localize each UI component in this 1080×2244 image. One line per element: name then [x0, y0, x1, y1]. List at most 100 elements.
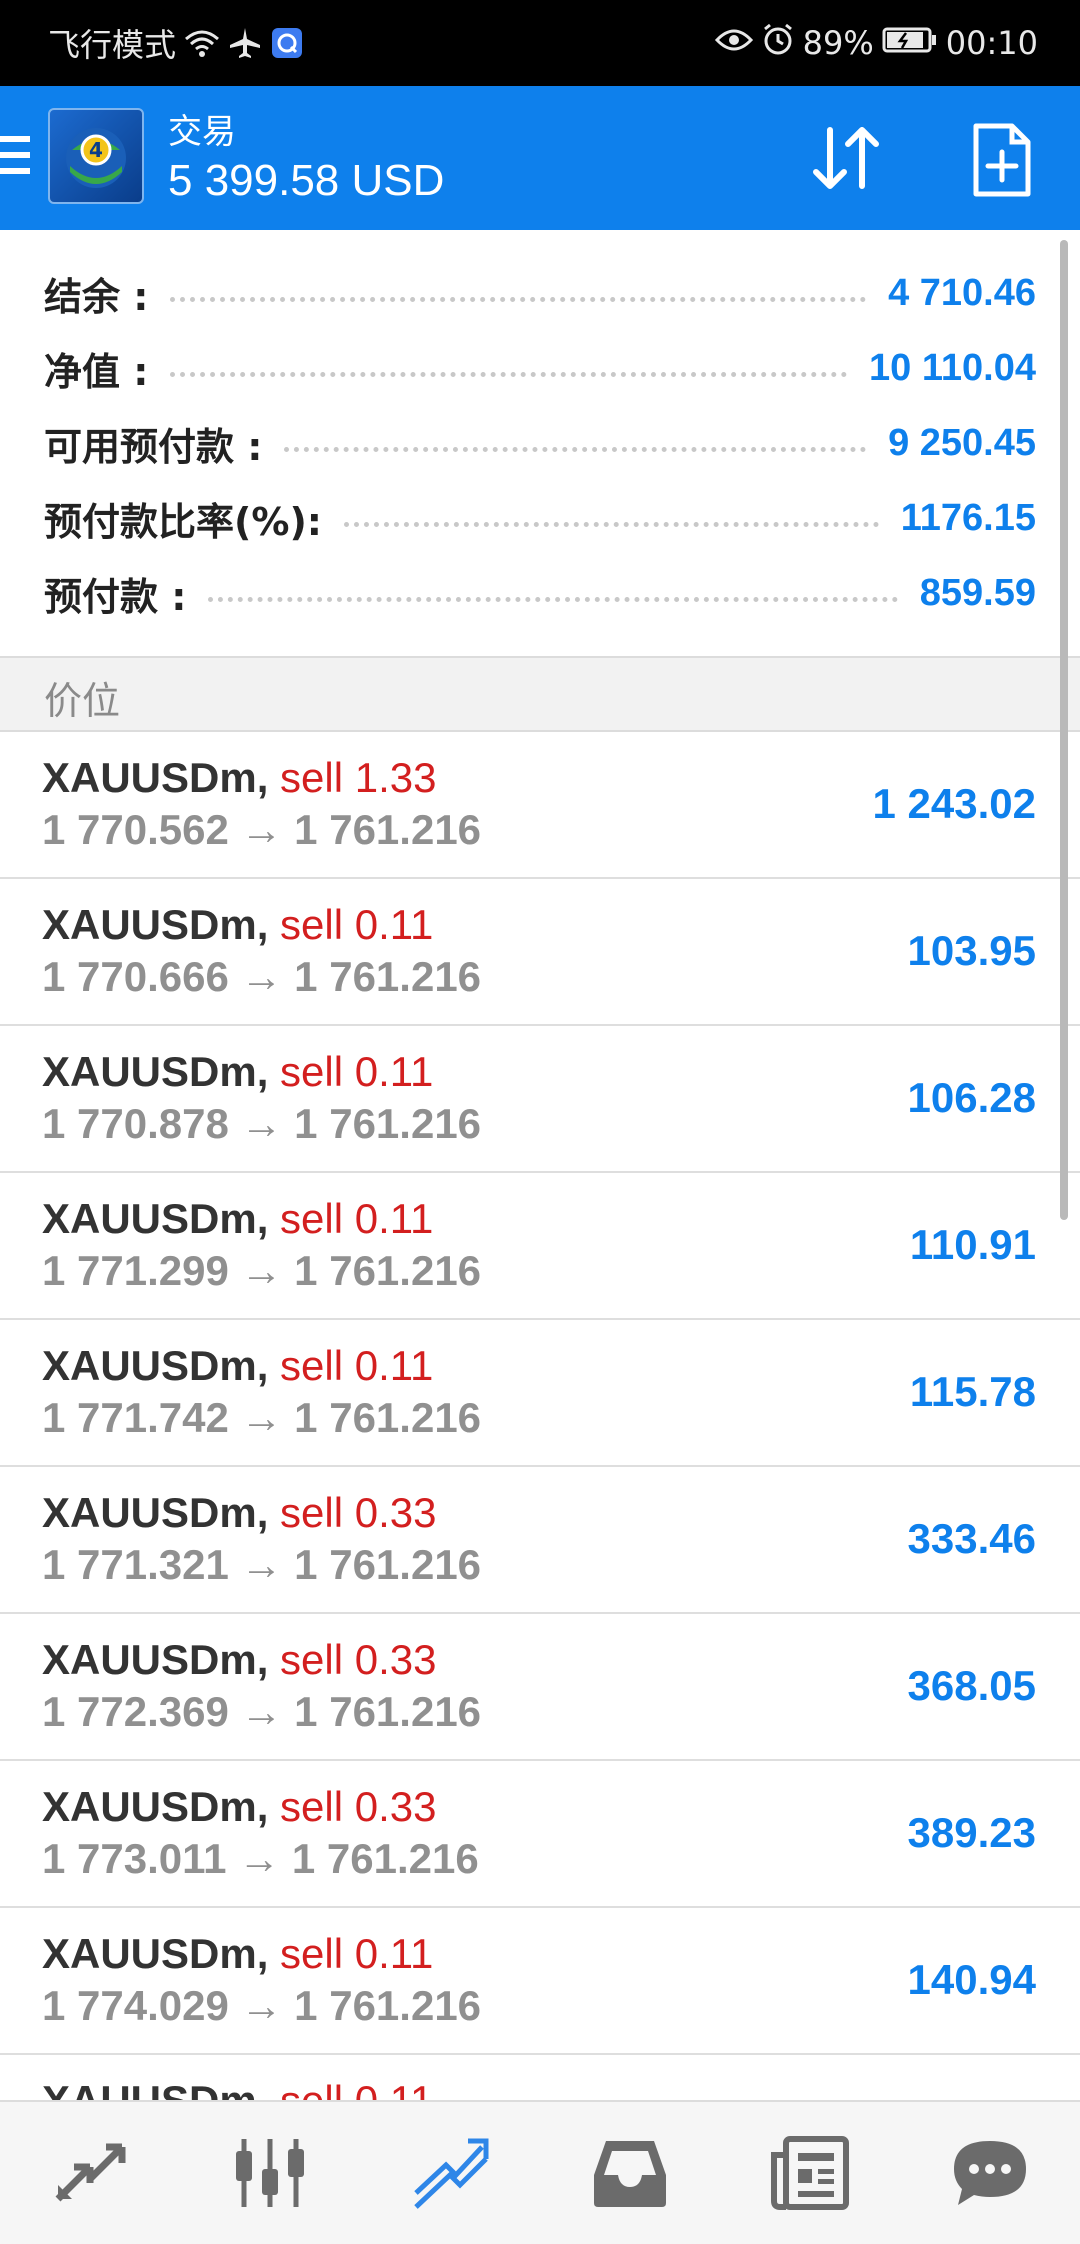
position-symbol: XAUUSDm, sell 0.11	[42, 1195, 433, 1243]
eye-icon	[714, 24, 753, 62]
new-order-icon[interactable]	[970, 122, 1034, 198]
position-symbol: XAUUSDm, sell 0.11	[42, 1342, 433, 1390]
position-side: sell 0.11	[280, 2077, 433, 2100]
summary-value: 10 110.04	[869, 346, 1036, 389]
summary-row-margin: 预付款 : 859.59	[44, 563, 1036, 623]
position-symbol: XAUUSDm, sell 0.11	[42, 1048, 433, 1096]
symbol-name: XAUUSDm,	[42, 1342, 269, 1389]
account-balance: 5 399.58 USD	[168, 156, 445, 205]
position-profit: 368.05	[907, 1662, 1036, 1709]
position-row[interactable]: XAUUSDm, sell 0.11 1 771.742 → 1 761.216…	[0, 1320, 1080, 1467]
position-row[interactable]: XAUUSDm, sell 0.11 1 770.666 → 1 761.216…	[0, 879, 1080, 1026]
battery-icon	[882, 24, 938, 62]
section-title: 价位	[44, 679, 121, 723]
symbol-name: XAUUSDm,	[42, 1783, 269, 1830]
position-profit: 106.28	[907, 1074, 1036, 1121]
battery-percent: 89%	[802, 24, 874, 62]
position-symbol: XAUUSDm, sell 0.11	[42, 901, 433, 949]
position-row[interactable]: XAUUSDm, sell 0.33 1 771.321 → 1 761.216…	[0, 1467, 1080, 1614]
symbol-name: XAUUSDm,	[42, 1195, 269, 1242]
position-side: sell 0.33	[280, 1783, 437, 1830]
account-summary: 结余 : 4 710.46 净值 : 10 110.04 可用预付款 : 9 2…	[0, 230, 1080, 656]
position-prices: 1 770.878 → 1 761.216	[42, 1100, 482, 1147]
position-profit: 103.95	[907, 927, 1036, 974]
symbol-name: XAUUSDm,	[42, 1636, 269, 1683]
position-side: sell 0.33	[280, 1489, 437, 1536]
symbol-name: XAUUSDm,	[42, 901, 269, 948]
nav-trade[interactable]	[360, 2102, 540, 2244]
dotted-leader	[284, 446, 867, 452]
position-symbol: XAUUSDm, sell 0.33	[42, 1783, 436, 1831]
dotted-leader	[170, 371, 848, 377]
position-side: sell 1.33	[280, 754, 437, 801]
status-right: 89% 00:10	[714, 0, 1038, 86]
position-side: sell 0.11	[280, 901, 434, 948]
summary-label: 预付款比率(%):	[44, 499, 323, 544]
status-bar: 飞行模式 89% 00:10	[0, 0, 1080, 86]
position-profit: 389.23	[907, 1809, 1036, 1856]
position-row[interactable]: XAUUSDm, sell 1.33 1 770.562 → 1 761.216…	[0, 732, 1080, 879]
svg-text:4: 4	[89, 138, 103, 162]
page-title: 交易	[168, 112, 236, 152]
position-prices: 1 773.011 → 1 761.216	[42, 1835, 479, 1882]
summary-row-free-margin: 可用预付款 : 9 250.45	[44, 413, 1036, 473]
nav-news[interactable]	[720, 2102, 900, 2244]
position-row[interactable]: XAUUSDm, sell 0.33 1 773.011 → 1 761.216…	[0, 1761, 1080, 1908]
position-side: sell 0.11	[280, 1195, 434, 1242]
airplane-mode-label: 飞行模式	[48, 26, 177, 64]
position-profit: 110.91	[909, 1221, 1036, 1268]
symbol-name: XAUUSDm,	[42, 1489, 269, 1536]
position-prices: 1 774.029 → 1 761.216	[42, 1982, 482, 2029]
scrollbar[interactable]	[1060, 240, 1068, 1220]
position-row[interactable]: XAUUSDm, sell 0.11 1 770.878 → 1 761.216…	[0, 1026, 1080, 1173]
position-row[interactable]: XAUUSDm, sell 0.11 1 771.299 → 1 761.216…	[0, 1173, 1080, 1320]
position-row[interactable]: XAUUSDm, sell 0.11	[0, 2055, 1080, 2100]
position-symbol: XAUUSDm, sell 0.33	[42, 1636, 436, 1684]
position-prices: 1 770.562 → 1 761.216	[42, 806, 482, 853]
menu-icon[interactable]	[0, 136, 32, 180]
summary-value: 4 710.46	[888, 271, 1036, 314]
summary-value: 859.59	[919, 571, 1036, 614]
alarm-icon	[761, 22, 795, 64]
position-symbol: XAUUSDm, sell 0.11	[42, 2077, 433, 2100]
nav-chat[interactable]	[900, 2102, 1080, 2244]
dotted-leader	[344, 521, 879, 527]
history-inbox-icon	[594, 2141, 666, 2207]
app-notification-icon	[270, 26, 304, 60]
position-row[interactable]: XAUUSDm, sell 0.33 1 772.369 → 1 761.216…	[0, 1614, 1080, 1761]
nav-chart[interactable]	[180, 2102, 360, 2244]
sort-icon[interactable]	[808, 122, 884, 194]
news-icon	[771, 2136, 849, 2210]
position-prices: 1 770.666 → 1 761.216	[42, 953, 482, 1000]
trade-icon	[414, 2138, 489, 2209]
position-symbol: XAUUSDm, sell 0.11	[42, 1930, 433, 1978]
position-side: sell 0.11	[280, 1048, 434, 1095]
symbol-name: XAUUSDm,	[42, 2077, 268, 2100]
app-logo: 4	[48, 108, 144, 204]
candlestick-chart-icon	[236, 2139, 304, 2207]
summary-label: 预付款 :	[44, 574, 187, 619]
app-bar: 4 交易 5 399.58 USD	[0, 86, 1080, 230]
summary-row-balance: 结余 : 4 710.46	[44, 263, 1036, 323]
position-side: sell 0.11	[280, 1342, 434, 1389]
position-profit: 115.78	[909, 1368, 1036, 1415]
nav-history[interactable]	[540, 2102, 720, 2244]
section-header: 价位	[0, 656, 1080, 732]
airplane-icon	[228, 26, 262, 60]
positions-list[interactable]: XAUUSDm, sell 1.33 1 770.562 → 1 761.216…	[0, 732, 1080, 2100]
position-row[interactable]: XAUUSDm, sell 0.11 1 774.029 → 1 761.216…	[0, 1908, 1080, 2055]
position-profit: 140.94	[907, 1956, 1036, 2003]
symbol-name: XAUUSDm,	[42, 1048, 269, 1095]
quotes-arrows-icon	[55, 2143, 126, 2202]
summary-value: 1176.15	[900, 496, 1036, 539]
wifi-icon	[184, 27, 220, 59]
nav-quotes[interactable]	[0, 2102, 180, 2244]
position-prices: 1 771.321 → 1 761.216	[42, 1541, 482, 1588]
position-profit: 333.46	[907, 1515, 1036, 1562]
summary-row-equity: 净值 : 10 110.04	[44, 338, 1036, 398]
position-prices: 1 771.299 → 1 761.216	[42, 1247, 482, 1294]
summary-row-margin-level: 预付款比率(%): 1176.15	[44, 488, 1036, 548]
status-left: 飞行模式	[48, 0, 304, 86]
position-symbol: XAUUSDm, sell 1.33	[42, 754, 436, 802]
position-prices: 1 771.742 → 1 761.216	[42, 1394, 482, 1441]
